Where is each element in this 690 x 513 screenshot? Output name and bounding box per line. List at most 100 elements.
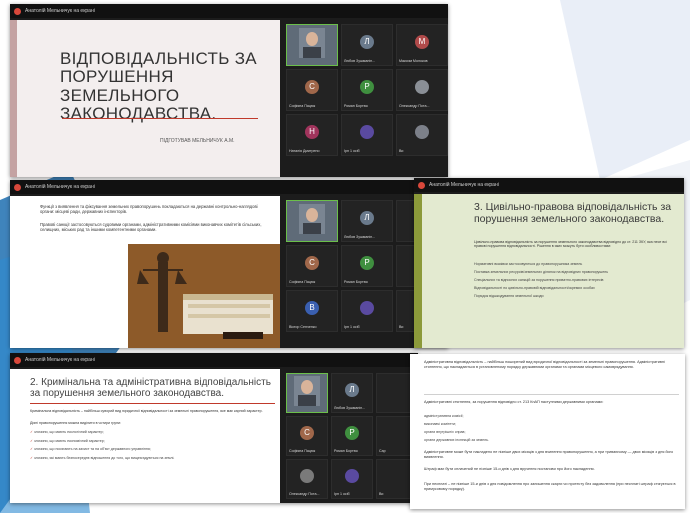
participants-grid: Л Любов Зушманін... М Максим Молоков С С… [286, 24, 448, 156]
participant-name: Ви [399, 149, 404, 153]
zoom-app-icon [14, 356, 21, 364]
list-item: Відповідальності по цивільно-правовій ві… [474, 286, 595, 291]
participant-name: Любов Зушманін... [334, 406, 366, 410]
participant-tile-presenter[interactable] [286, 24, 338, 66]
participant-tile[interactable]: М Максим Молоков [396, 24, 448, 66]
list-item: органи внутрішніх справ; [424, 430, 466, 435]
participant-tile[interactable]: Л Любов Зушманін... [341, 24, 393, 66]
participant-tile[interactable]: Ірп 1 осіб [341, 114, 393, 156]
participant-tile[interactable]: С Софіяна Пацюк [286, 245, 338, 287]
zoom-screenshot-5: Адміністративна відповідальність – найбі… [410, 354, 685, 509]
slide-paragraph: Адміністративна відповідальність – найбі… [424, 360, 665, 369]
participant-name: Ірп 1 осіб [344, 149, 360, 153]
participant-photo [415, 124, 429, 139]
zoom-title-bar: Анатолій Мельничук на екрані [10, 180, 448, 194]
list-item: ✓ злочини, що мають економічний характер… [30, 438, 105, 443]
participant-avatar: Н [305, 124, 319, 139]
window-title: Анатолій Мельничук на екрані [25, 357, 95, 363]
participant-name: Роман Бортюк [344, 104, 368, 108]
participant-tile[interactable]: Л Любов Зушманін... [331, 373, 373, 413]
participant-photo [360, 300, 374, 315]
zoom-app-icon [418, 181, 425, 189]
list-item-text: злочини, що посягають на захист та на об… [34, 447, 151, 452]
presenter-video [299, 204, 325, 234]
participant-tile[interactable]: Р Роман Бортюк [341, 245, 393, 287]
zoom-title-bar: Анатолій Мельничук на екрані [10, 353, 418, 367]
participant-name: Максим Молоков [399, 59, 428, 63]
participant-tile[interactable]: Ви [396, 114, 448, 156]
participant-name: Роман Бортюк [334, 449, 358, 453]
participant-avatar: В [305, 300, 319, 315]
participant-tile-presenter[interactable] [286, 200, 338, 242]
list-item: Поставка земельних ресурсів/земельних ді… [474, 270, 609, 275]
participant-avatar: Р [360, 255, 374, 270]
slide-paragraph: Функції з виявлення та фіксування земель… [40, 204, 258, 215]
slide-divider [30, 403, 275, 404]
justice-statue-image [128, 244, 280, 348]
participant-photo [360, 124, 374, 139]
slide-paragraph: Штраф має бути сплачений не пізніше 15-и… [424, 467, 595, 471]
participant-tile[interactable]: Ірп 1 осіб [331, 459, 373, 499]
list-item: ✓ злочини, які мають безпосереднє віднош… [30, 455, 175, 460]
zoom-screenshot-4: Анатолій Мельничук на екрані 2. Кримінал… [10, 353, 418, 503]
zoom-screenshot-1: Анатолій Мельничук на екрані ВІДПОВІДАЛЬ… [10, 4, 448, 177]
participant-avatar: Л [360, 210, 374, 225]
slide-paragraph: Адміністративне може бути накладено не п… [424, 450, 674, 459]
participant-name: Олександр Пота... [289, 492, 320, 496]
participant-name: Софіяна Пацюк [289, 449, 316, 453]
slide-divider [424, 394, 679, 395]
shared-slide: Функції з виявлення та фіксування земель… [10, 196, 280, 348]
participant-tile[interactable]: Н Наталія Дмитрено [286, 114, 338, 156]
zoom-screenshot-3: Анатолій Мельничук на екрані 3. Цивільно… [414, 178, 684, 348]
participant-photo [345, 468, 359, 483]
participant-tile-presenter[interactable] [286, 373, 328, 413]
window-title: Анатолій Мельничук на екрані [25, 8, 95, 14]
participant-tile[interactable]: С Софіяна Пацюк [286, 69, 338, 111]
slide-list: ✓ злочини, що мають екологічний характер… [30, 430, 275, 464]
zoom-title-bar: Анатолій Мельничук на екрані [10, 4, 448, 18]
participant-tile[interactable]: С Софіяна Пацюк [286, 416, 328, 456]
participant-photo [415, 79, 429, 94]
list-item: адміністративна комісії; [424, 414, 464, 418]
slide-divider [62, 118, 258, 119]
participant-tile[interactable]: Р Роман Бортюк [341, 69, 393, 111]
list-item: Нормативні вказівки застосовуються до пр… [474, 262, 583, 266]
slide-intro: Цивільно-правова відповідальність за пор… [474, 240, 667, 249]
participant-name: Віктор Сенченко [289, 325, 317, 329]
participant-tile[interactable]: Ірп 1 осіб [341, 290, 393, 332]
shared-slide: ВІДПОВІДАЛЬНІСТЬ ЗА ПОРУШЕННЯ ЗЕМЕЛЬНОГО… [10, 20, 280, 177]
shared-slide: Адміністративна відповідальність – найбі… [410, 354, 685, 509]
presenter-video [299, 28, 325, 58]
participant-name: Ірп 1 осіб [344, 325, 360, 329]
slide-paragraph: Правові санкції застосовуються судовими … [40, 222, 262, 233]
slide-list: адміністративна комісії; виконавчі коміт… [424, 414, 679, 446]
window-title: Анатолій Мельничук на екрані [25, 184, 95, 190]
participant-tile[interactable]: Олександр Пота... [286, 459, 328, 499]
slide-title: ВІДПОВІДАЛЬНІСТЬ ЗА ПОРУШЕННЯ ЗЕМЕЛЬНОГО… [60, 49, 257, 124]
list-item-text: злочини, що мають економічний характер; [34, 438, 105, 443]
slide-paragraph: Адміністративні стягнення, за порушення … [424, 400, 604, 404]
zoom-app-icon [14, 183, 21, 191]
participant-name: Любов Зушманін... [344, 59, 376, 63]
slide-list: Нормативні вказівки застосовуються до пр… [474, 262, 674, 302]
participant-tile[interactable]: Л Любов Зушманін... [341, 200, 393, 242]
participant-tile[interactable]: Олександр Пота... [396, 69, 448, 111]
participant-avatar: С [300, 425, 314, 440]
participants-grid: Л Любов Зушманін... С Софіяна Пацюк Р Ро… [286, 373, 418, 499]
participant-avatar: С [305, 255, 319, 270]
slide-intro: Кримінальна відповідальність – найбільш … [30, 409, 263, 413]
slide-paragraph: При несплаті – не пізніше 15-и днів з дн… [424, 482, 676, 491]
zoom-title-bar: Анатолій Мельничук на екрані [414, 178, 684, 192]
participant-avatar: Л [360, 34, 374, 49]
slide-accent-bar [10, 20, 17, 177]
zoom-app-icon [14, 7, 21, 15]
participant-name: Любов Зушманін... [344, 235, 376, 239]
slide-lead: Діяні правопорушення можна виділити в чо… [30, 421, 122, 425]
participant-tile[interactable]: В Віктор Сенченко [286, 290, 338, 332]
presenter-video [294, 376, 320, 407]
participant-name: Софіяна Пацюк [289, 280, 316, 284]
participant-tile[interactable]: Р Роман Бортюк [331, 416, 373, 456]
list-item: ✓ злочини, що посягають на захист та на … [30, 447, 151, 452]
shared-slide: 3. Цивільно-правова відповідальність за … [414, 194, 684, 348]
list-item-text: злочини, які мають безпосереднє відношен… [34, 455, 175, 460]
